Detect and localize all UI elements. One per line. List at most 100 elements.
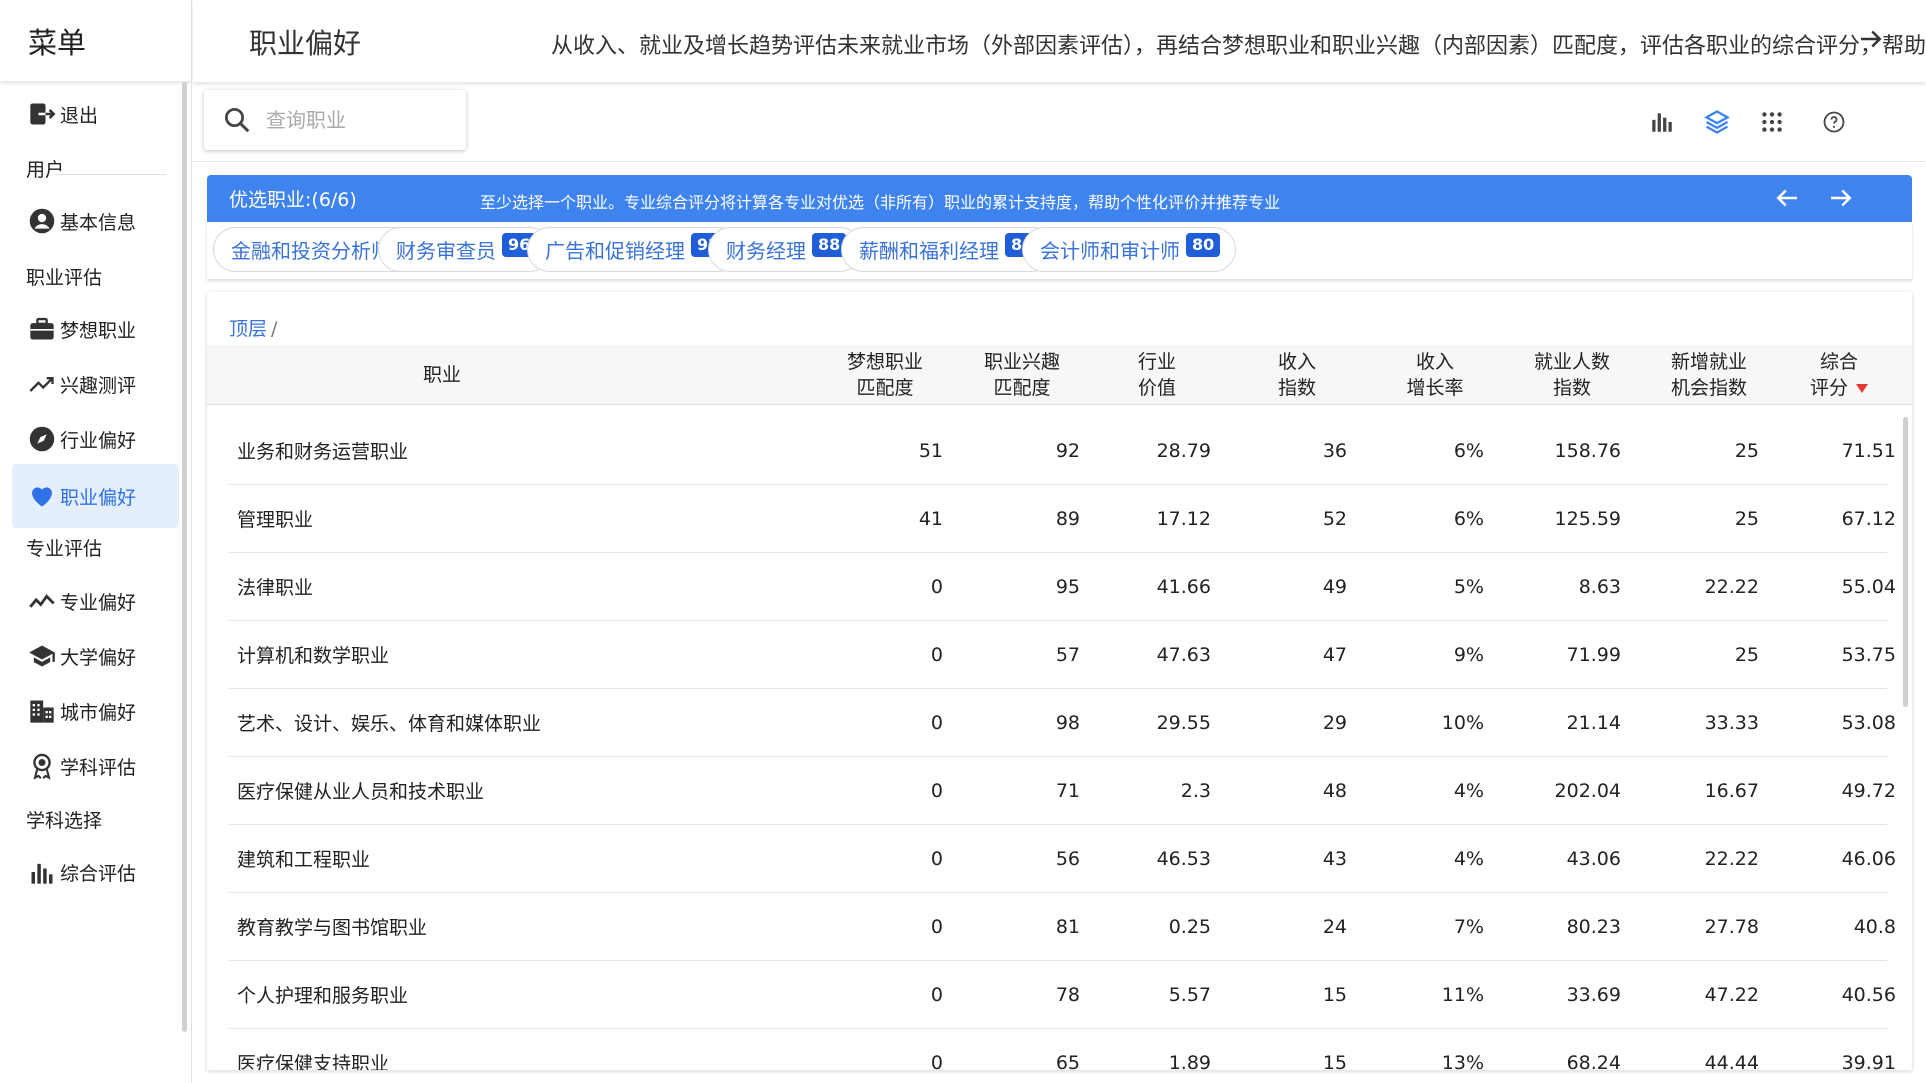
award-icon: [26, 750, 58, 782]
column-header-line2-text: 指数: [1277, 377, 1316, 399]
trending-up-icon: [26, 368, 58, 400]
nav-divider: [56, 174, 166, 175]
page-title: 职业偏好: [249, 27, 362, 60]
metric-cell: 0: [930, 711, 943, 734]
table-row[interactable]: 建筑和工程职业05646.53434%43.0622.2246.063: [229, 825, 1896, 893]
preferred-job-chip[interactable]: 会计师和审计师 80: [1022, 227, 1237, 272]
help-icon[interactable]: [1818, 106, 1850, 138]
metric-cell: 25: [1734, 643, 1759, 666]
metric-cell: 68.24: [1566, 1051, 1621, 1071]
table-row[interactable]: 教育教学与图书馆职业0810.25247%80.2327.7840.85: [229, 893, 1896, 961]
sidebar-scrollbar[interactable]: [182, 82, 187, 1032]
sidebar-title: 菜单: [0, 0, 191, 81]
chart-line-icon: [26, 585, 58, 617]
column-header[interactable]: 梦想职业 匹配度: [815, 345, 955, 405]
metric-cell: 71.99: [1566, 643, 1621, 666]
arrow-right-icon[interactable]: [1826, 183, 1856, 213]
column-header[interactable]: 职业: [207, 345, 677, 405]
metric-cell: 71: [1055, 779, 1080, 802]
chip-label: 广告和促销经理: [545, 239, 685, 263]
column-header-line2: 匹配度: [856, 375, 913, 401]
layers-icon[interactable]: [1701, 106, 1733, 138]
arrow-left-icon[interactable]: [1772, 183, 1802, 213]
table-scrollbar[interactable]: [1903, 417, 1908, 707]
table-row[interactable]: 艺术、设计、娱乐、体育和媒体职业 0 98 29.55 29 10% 21.14 33.33 5…: [229, 689, 1896, 757]
chip-label: 财务审查员: [396, 239, 496, 263]
column-header-line2: 评分: [1810, 375, 1868, 401]
sidebar: 菜单 退出 用户 基本信息 职业评估 梦想职业 兴趣测评 行业偏好 职业偏好 专业评估 专业偏好大…: [0, 0, 192, 1083]
table-row[interactable]: 医疗保健支持职业0651.891513%68.2444.4439.913: [229, 1029, 1896, 1071]
column-header-line2-text: 评分: [1809, 377, 1848, 399]
metric-cell: 1.89: [1168, 1051, 1211, 1071]
column-header[interactable]: 新增就业 机会指数: [1639, 345, 1779, 405]
job-name-cell: 教育教学与图书馆职业: [237, 917, 428, 939]
metric-cell: 36: [1322, 439, 1347, 462]
column-header[interactable]: 收入 指数: [1227, 345, 1367, 405]
grid-icon[interactable]: [1756, 106, 1788, 138]
sidebar-item-2[interactable]: 基本信息: [12, 189, 179, 253]
search-icon: [225, 108, 250, 133]
metric-cell: 25: [1734, 507, 1759, 530]
column-header-line1: 收入: [1415, 351, 1454, 373]
metric-cell: 95: [1055, 575, 1080, 598]
nav-section-label: 专业评估: [26, 538, 103, 560]
metric-cell: 49.72: [1841, 779, 1896, 802]
column-header[interactable]: 收入 增长率: [1365, 345, 1505, 405]
school-icon: [26, 640, 58, 672]
job-name-cell: 个人护理和服务职业: [237, 985, 409, 1007]
column-header[interactable]: 职业兴趣 匹配度: [952, 345, 1092, 405]
sidebar-item-14[interactable]: 综合评估: [12, 840, 179, 904]
metric-cell: 98: [1055, 711, 1080, 734]
table-row[interactable]: 个人护理和服务职业0785.571511%33.6947.2240.568: [229, 961, 1896, 1029]
arrow-right-icon[interactable]: [1856, 24, 1886, 54]
column-header[interactable]: 综合 评分: [1779, 345, 1899, 405]
metric-cell: 15: [1322, 1051, 1347, 1071]
sidebar-item-label: 兴趣测评: [60, 374, 137, 397]
table-row[interactable]: 法律职业09541.66495%8.6322.2255.042: [229, 553, 1896, 621]
column-header-line2-text: 匹配度: [856, 377, 914, 399]
sidebar-item-label: 退出: [60, 104, 99, 127]
metric-cell: 125.59: [1554, 507, 1621, 530]
page-description: 从收入、就业及增长趋势评估未来就业市场（外部因素评估），再结合梦想职业和职业兴趣…: [551, 34, 1926, 59]
metric-cell: 43.06: [1566, 847, 1621, 870]
metric-cell: 8.63: [1578, 575, 1621, 598]
metric-cell: 92: [1055, 439, 1080, 462]
sidebar-item-label: 学科评估: [60, 756, 137, 779]
table-row[interactable]: 医疗保健从业人员和技术职业0712.3484%202.0416.6749.723: [229, 757, 1896, 825]
column-header[interactable]: 下级数量: [1897, 345, 1912, 405]
metric-cell: 0: [930, 575, 943, 598]
table-row[interactable]: 计算机和数学职业05747.63479%71.992553.752: [229, 621, 1896, 689]
sidebar-item-label: 城市偏好: [60, 701, 137, 724]
sidebar-item-7[interactable]: 职业偏好: [12, 464, 179, 528]
column-header-line1: 行业: [1137, 351, 1176, 373]
preferred-job-chip[interactable]: 财务经理 88: [708, 227, 863, 272]
nav-section-label: 职业评估: [26, 267, 103, 289]
column-header[interactable]: 行业 价值: [1087, 345, 1227, 405]
metric-cell: 67.12: [1841, 507, 1896, 530]
sort-desc-icon[interactable]: [1856, 384, 1868, 393]
column-header-line2: 匹配度: [993, 375, 1050, 401]
metric-cell: 40.56: [1841, 983, 1896, 1006]
metric-cell: 65: [1055, 1051, 1080, 1071]
sidebar-item-12[interactable]: 学科评估: [12, 734, 179, 798]
breadcrumb-root[interactable]: 顶层: [229, 318, 267, 340]
metric-cell: 47.63: [1156, 643, 1211, 666]
metric-cell: 43: [1322, 847, 1347, 870]
sidebar-item-6[interactable]: 行业偏好: [12, 407, 179, 471]
table-row[interactable]: 业务和财务运营职业519228.79366%158.762571.512: [229, 417, 1896, 485]
metric-cell: 6%: [1453, 507, 1484, 530]
column-header[interactable]: 就业人数 指数: [1502, 345, 1642, 405]
preferred-jobs-chips: 金融和投资分析师100财务审查员96广告和促销经理92财务经理88薪酬和福利经理…: [207, 222, 1912, 279]
breadcrumb-separator: /: [271, 318, 278, 340]
table-row[interactable]: 管理职业418917.12526%125.592567.124: [229, 485, 1896, 553]
metric-cell: 17.12: [1156, 507, 1211, 530]
job-name-cell: 业务和财务运营职业: [237, 441, 409, 463]
bar-chart-icon[interactable]: [1646, 106, 1678, 138]
job-name-cell: 计算机和数学职业: [237, 645, 390, 667]
metric-cell: 56: [1055, 847, 1080, 870]
search-input[interactable]: [266, 108, 456, 132]
metric-cell: 4%: [1453, 779, 1484, 802]
column-header-line1: 梦想职业: [846, 351, 923, 373]
metric-cell: 89: [1055, 507, 1080, 530]
sidebar-item-0[interactable]: 退出: [12, 82, 179, 146]
